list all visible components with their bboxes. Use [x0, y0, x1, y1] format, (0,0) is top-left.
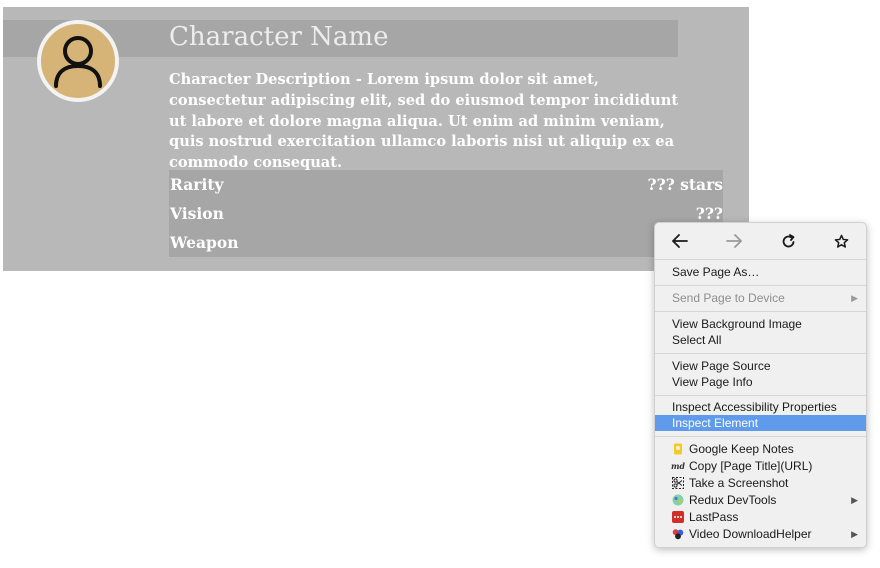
stat-label: Rarity — [170, 175, 224, 194]
reload-button[interactable] — [777, 231, 799, 251]
menu-item-select-all[interactable]: Select All — [655, 332, 866, 348]
star-icon — [834, 234, 848, 248]
menu-separator — [655, 311, 866, 312]
video-downloadhelper-icon — [672, 528, 684, 540]
menu-item-label: Video DownloadHelper — [689, 527, 812, 541]
arrow-right-icon — [726, 234, 742, 248]
menu-separator — [655, 395, 866, 396]
submenu-arrow-icon: ▶ — [851, 495, 858, 505]
menu-item-inspect-element[interactable]: Inspect Element — [655, 415, 866, 431]
menu-separator — [655, 436, 866, 437]
reload-icon — [782, 233, 794, 247]
menu-item-take-screenshot[interactable]: Take a Screenshot — [655, 475, 866, 491]
submenu-arrow-icon: ▶ — [851, 293, 858, 303]
menu-item-copy-page-title[interactable]: md Copy [Page Title](URL) — [655, 458, 866, 474]
stat-value: ??? — [695, 204, 723, 223]
stat-value: ??? stars — [647, 175, 723, 194]
menu-separator — [655, 353, 866, 354]
menu-item-label: Take a Screenshot — [689, 476, 789, 490]
menu-item-inspect-accessibility[interactable]: Inspect Accessibility Properties — [655, 399, 866, 415]
menu-item-google-keep[interactable]: Google Keep Notes — [655, 441, 866, 457]
avatar — [37, 20, 119, 102]
character-description: Character Description - Lorem ipsum dolo… — [169, 71, 679, 172]
character-name: Character Name — [169, 22, 389, 52]
lastpass-icon — [672, 511, 684, 523]
menu-item-view-background-image[interactable]: View Background Image — [655, 316, 866, 332]
stat-row-vision: Vision ??? — [169, 199, 723, 228]
menu-item-view-page-source[interactable]: View Page Source — [655, 358, 866, 374]
menu-item-lastpass[interactable]: LastPass — [655, 509, 866, 525]
menu-item-label: Send Page to Device — [672, 291, 785, 305]
menu-item-video-downloadhelper[interactable]: Video DownloadHelper ▶ — [655, 526, 866, 542]
user-icon — [54, 36, 102, 88]
arrow-left-icon — [672, 234, 688, 248]
bookmark-button[interactable] — [830, 231, 852, 251]
google-keep-icon — [672, 443, 684, 455]
stat-label: Vision — [170, 204, 224, 223]
menu-item-label: LastPass — [689, 510, 739, 524]
back-button[interactable] — [669, 231, 691, 251]
forward-button[interactable] — [723, 231, 745, 251]
stats-panel: Rarity ??? stars Vision ??? Weapon — [169, 170, 723, 257]
stat-row-weapon: Weapon — [169, 228, 723, 257]
menu-item-send-page-to-device[interactable]: Send Page to Device ▶ — [655, 290, 866, 306]
menu-item-view-page-info[interactable]: View Page Info — [655, 374, 866, 390]
menu-separator — [655, 259, 866, 260]
navigation-row — [655, 223, 866, 259]
menu-item-label: Redux DevTools — [689, 493, 777, 507]
menu-item-save-page-as[interactable]: Save Page As… — [655, 264, 866, 280]
context-menu: Save Page As… Send Page to Device ▶ View… — [654, 222, 867, 548]
menu-item-label: Copy [Page Title](URL) — [689, 459, 813, 473]
redux-icon — [672, 494, 684, 506]
submenu-arrow-icon: ▶ — [851, 529, 858, 539]
stat-label: Weapon — [170, 233, 239, 252]
menu-item-redux-devtools[interactable]: Redux DevTools ▶ — [655, 492, 866, 508]
markdown-icon: md — [670, 461, 686, 471]
scissors-icon — [672, 477, 684, 489]
menu-item-label: Google Keep Notes — [689, 442, 794, 456]
stat-row-rarity: Rarity ??? stars — [169, 170, 723, 199]
character-card: Character Name Character Description - L… — [3, 7, 749, 271]
menu-separator — [655, 285, 866, 286]
